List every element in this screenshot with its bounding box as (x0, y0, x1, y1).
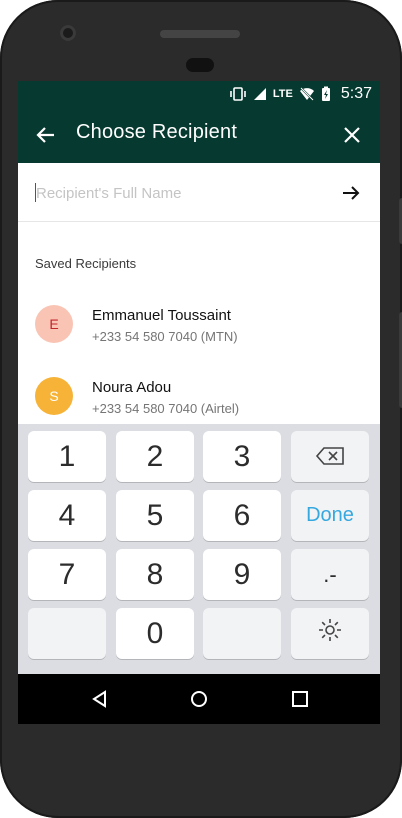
numeric-keyboard: 1 2 3 4 5 6 Done 7 8 9 .- 0 (18, 424, 380, 674)
avatar: E (35, 305, 73, 343)
recipient-name: Noura Adou (92, 379, 172, 396)
wifi-off-icon (299, 87, 315, 101)
recipient-item[interactable]: E Emmanuel Toussaint +233 54 580 7040 (M… (18, 305, 380, 365)
recipient-search (18, 163, 380, 222)
key-8[interactable]: 8 (116, 549, 194, 600)
home-circle-icon[interactable] (189, 689, 209, 709)
back-triangle-icon[interactable] (90, 689, 110, 709)
keyboard-settings-key[interactable] (291, 608, 369, 659)
key-2[interactable]: 2 (116, 431, 194, 482)
backspace-key[interactable] (291, 431, 369, 482)
gear-icon (316, 616, 344, 652)
back-arrow-icon[interactable] (34, 123, 58, 147)
network-type: LTE (272, 88, 293, 100)
empty-key (28, 608, 106, 659)
key-0[interactable]: 0 (116, 608, 194, 659)
backspace-icon (315, 440, 345, 474)
close-icon[interactable] (340, 123, 364, 147)
text-cursor (35, 183, 36, 202)
recipient-name: Emmanuel Toussaint (92, 307, 231, 324)
front-camera (60, 25, 76, 41)
key-9[interactable]: 9 (203, 549, 281, 600)
key-4[interactable]: 4 (28, 490, 106, 541)
status-bar: LTE 5:37 (18, 81, 380, 107)
recipient-phone: +233 54 580 7040 (MTN) (92, 329, 238, 344)
done-key[interactable]: Done (291, 490, 369, 541)
earpiece-speaker (160, 30, 240, 38)
page-title: Choose Recipient (76, 121, 238, 143)
recents-square-icon[interactable] (290, 689, 310, 709)
system-nav-bar (18, 674, 380, 724)
symbol-key[interactable]: .- (291, 549, 369, 600)
recipient-phone: +233 54 580 7040 (Airtel) (92, 401, 240, 416)
avatar: S (35, 377, 73, 415)
arrow-forward-icon[interactable] (340, 182, 362, 204)
signal-icon (253, 87, 267, 101)
app-bar: Choose Recipient (18, 107, 380, 163)
phone-frame: LTE 5:37 Choose Recipient Recipient's Fu… (0, 0, 402, 818)
clock: 5:37 (340, 85, 372, 102)
key-3[interactable]: 3 (203, 431, 281, 482)
empty-key (203, 608, 281, 659)
proximity-sensor (186, 58, 214, 72)
recipient-name-input[interactable] (34, 181, 328, 205)
avatar-initial: S (49, 388, 59, 404)
key-6[interactable]: 6 (203, 490, 281, 541)
screen: LTE 5:37 Choose Recipient Recipient's Fu… (18, 81, 380, 724)
key-7[interactable]: 7 (28, 549, 106, 600)
avatar-initial: E (49, 316, 59, 332)
vibrate-icon (229, 87, 247, 101)
battery-charging-icon (321, 86, 331, 102)
key-5[interactable]: 5 (116, 490, 194, 541)
key-1[interactable]: 1 (28, 431, 106, 482)
saved-recipients-heading: Saved Recipients (35, 256, 137, 271)
